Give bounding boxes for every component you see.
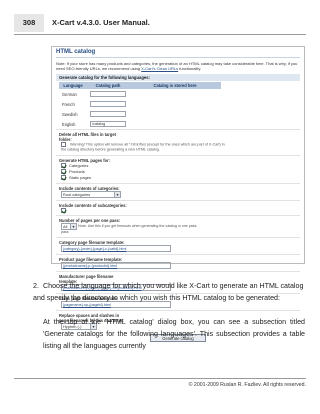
- pages-per-pass-row: Number of pages per one pass: All ▼ Note:…: [56, 215, 300, 237]
- footer-divider: [14, 378, 306, 379]
- pages-per-pass-note: Note: Use this if you get timeouts when …: [78, 224, 198, 229]
- table-row: Swedish: [59, 109, 221, 119]
- delete-warning: Warning! This option will remove all *.h…: [61, 142, 225, 153]
- product-template-input[interactable]: {productname}-p-{productid}.html: [61, 262, 171, 270]
- products-checkbox[interactable]: [61, 169, 66, 175]
- step-number: 2.: [33, 282, 39, 290]
- copyright: © 2001-2009 Ruslan R. Fazliev. All right…: [188, 382, 306, 388]
- static-pages-checkbox[interactable]: [61, 175, 66, 181]
- catalog-path-input[interactable]: /catalog: [90, 121, 126, 127]
- col-stored-here: Catalog is stored here: [129, 82, 221, 89]
- html-catalog-screenshot: HTML catalog Note: If your store has man…: [51, 46, 305, 343]
- table-row: English /catalog: [59, 119, 221, 129]
- languages-section-heading: Generate catalog for the following langu…: [56, 74, 300, 81]
- languages-header-row: Language Catalog path Catalog is stored …: [59, 82, 221, 89]
- products-option: Products: [69, 168, 85, 174]
- body-paragraph: At the top of the 'HTML catalog' dialog …: [43, 318, 305, 350]
- delete-files-row: Delete all HTML files in target folder: …: [56, 129, 300, 155]
- manual-title: X-Cart v.4.3.0. User Manual.: [52, 18, 150, 27]
- language-name: French: [62, 101, 75, 107]
- step-2: 2. Choose the language for which you woul…: [33, 280, 305, 304]
- chevron-down-icon: ▼: [114, 191, 120, 197]
- language-name: Swedish: [62, 111, 78, 117]
- generate-pages-row: Generate HTML pages for: Categories Prod…: [56, 154, 300, 183]
- intro-note: Note: If your store has many products an…: [56, 61, 298, 71]
- table-row: German: [59, 89, 221, 99]
- catalog-path-input[interactable]: [90, 111, 126, 117]
- panel-title: HTML catalog: [56, 49, 300, 58]
- step-text: Choose the language for which you would …: [33, 282, 304, 302]
- delete-files-checkbox[interactable]: [61, 142, 66, 148]
- delete-files-label: Delete all HTML files in target folder:: [59, 132, 117, 142]
- include-contents-select[interactable]: Root categories ▼: [61, 190, 121, 198]
- table-row: French: [59, 99, 221, 109]
- page-number: 308: [14, 14, 44, 32]
- language-name: English: [62, 121, 76, 127]
- chevron-down-icon: ▼: [70, 224, 76, 230]
- include-subcategories-row: Include contents of subcategories:: [56, 199, 300, 215]
- include-subcategories-checkbox[interactable]: [61, 208, 66, 214]
- languages-table: Language Catalog path Catalog is stored …: [59, 82, 221, 129]
- include-contents-row: Include contents of categories: Root cat…: [56, 182, 300, 200]
- header-divider: [14, 34, 306, 35]
- page-header: 308 X-Cart v.4.3.0. User Manual.: [14, 14, 306, 35]
- categories-option: Categories: [69, 162, 89, 168]
- category-template-input[interactable]: {category}-{order}-{page}-c-{catid}.html: [61, 245, 171, 253]
- pages-per-pass-select[interactable]: All ▼: [61, 223, 77, 231]
- col-catalog-path: Catalog path: [87, 82, 129, 89]
- product-template-row: Product page filename template: {product…: [56, 254, 300, 271]
- categories-checkbox[interactable]: [61, 163, 66, 169]
- category-template-row: Category page filename template: {catego…: [56, 237, 300, 254]
- col-language: Language: [59, 82, 87, 89]
- catalog-path-input[interactable]: [90, 101, 126, 107]
- pages-per-pass-unit: pass: [61, 230, 69, 235]
- clean-urls-link[interactable]: X-Cart's Clean URLs: [141, 66, 178, 71]
- static-pages-option: Static pages: [69, 174, 92, 180]
- language-name: German: [62, 91, 77, 97]
- catalog-path-input[interactable]: [90, 91, 126, 97]
